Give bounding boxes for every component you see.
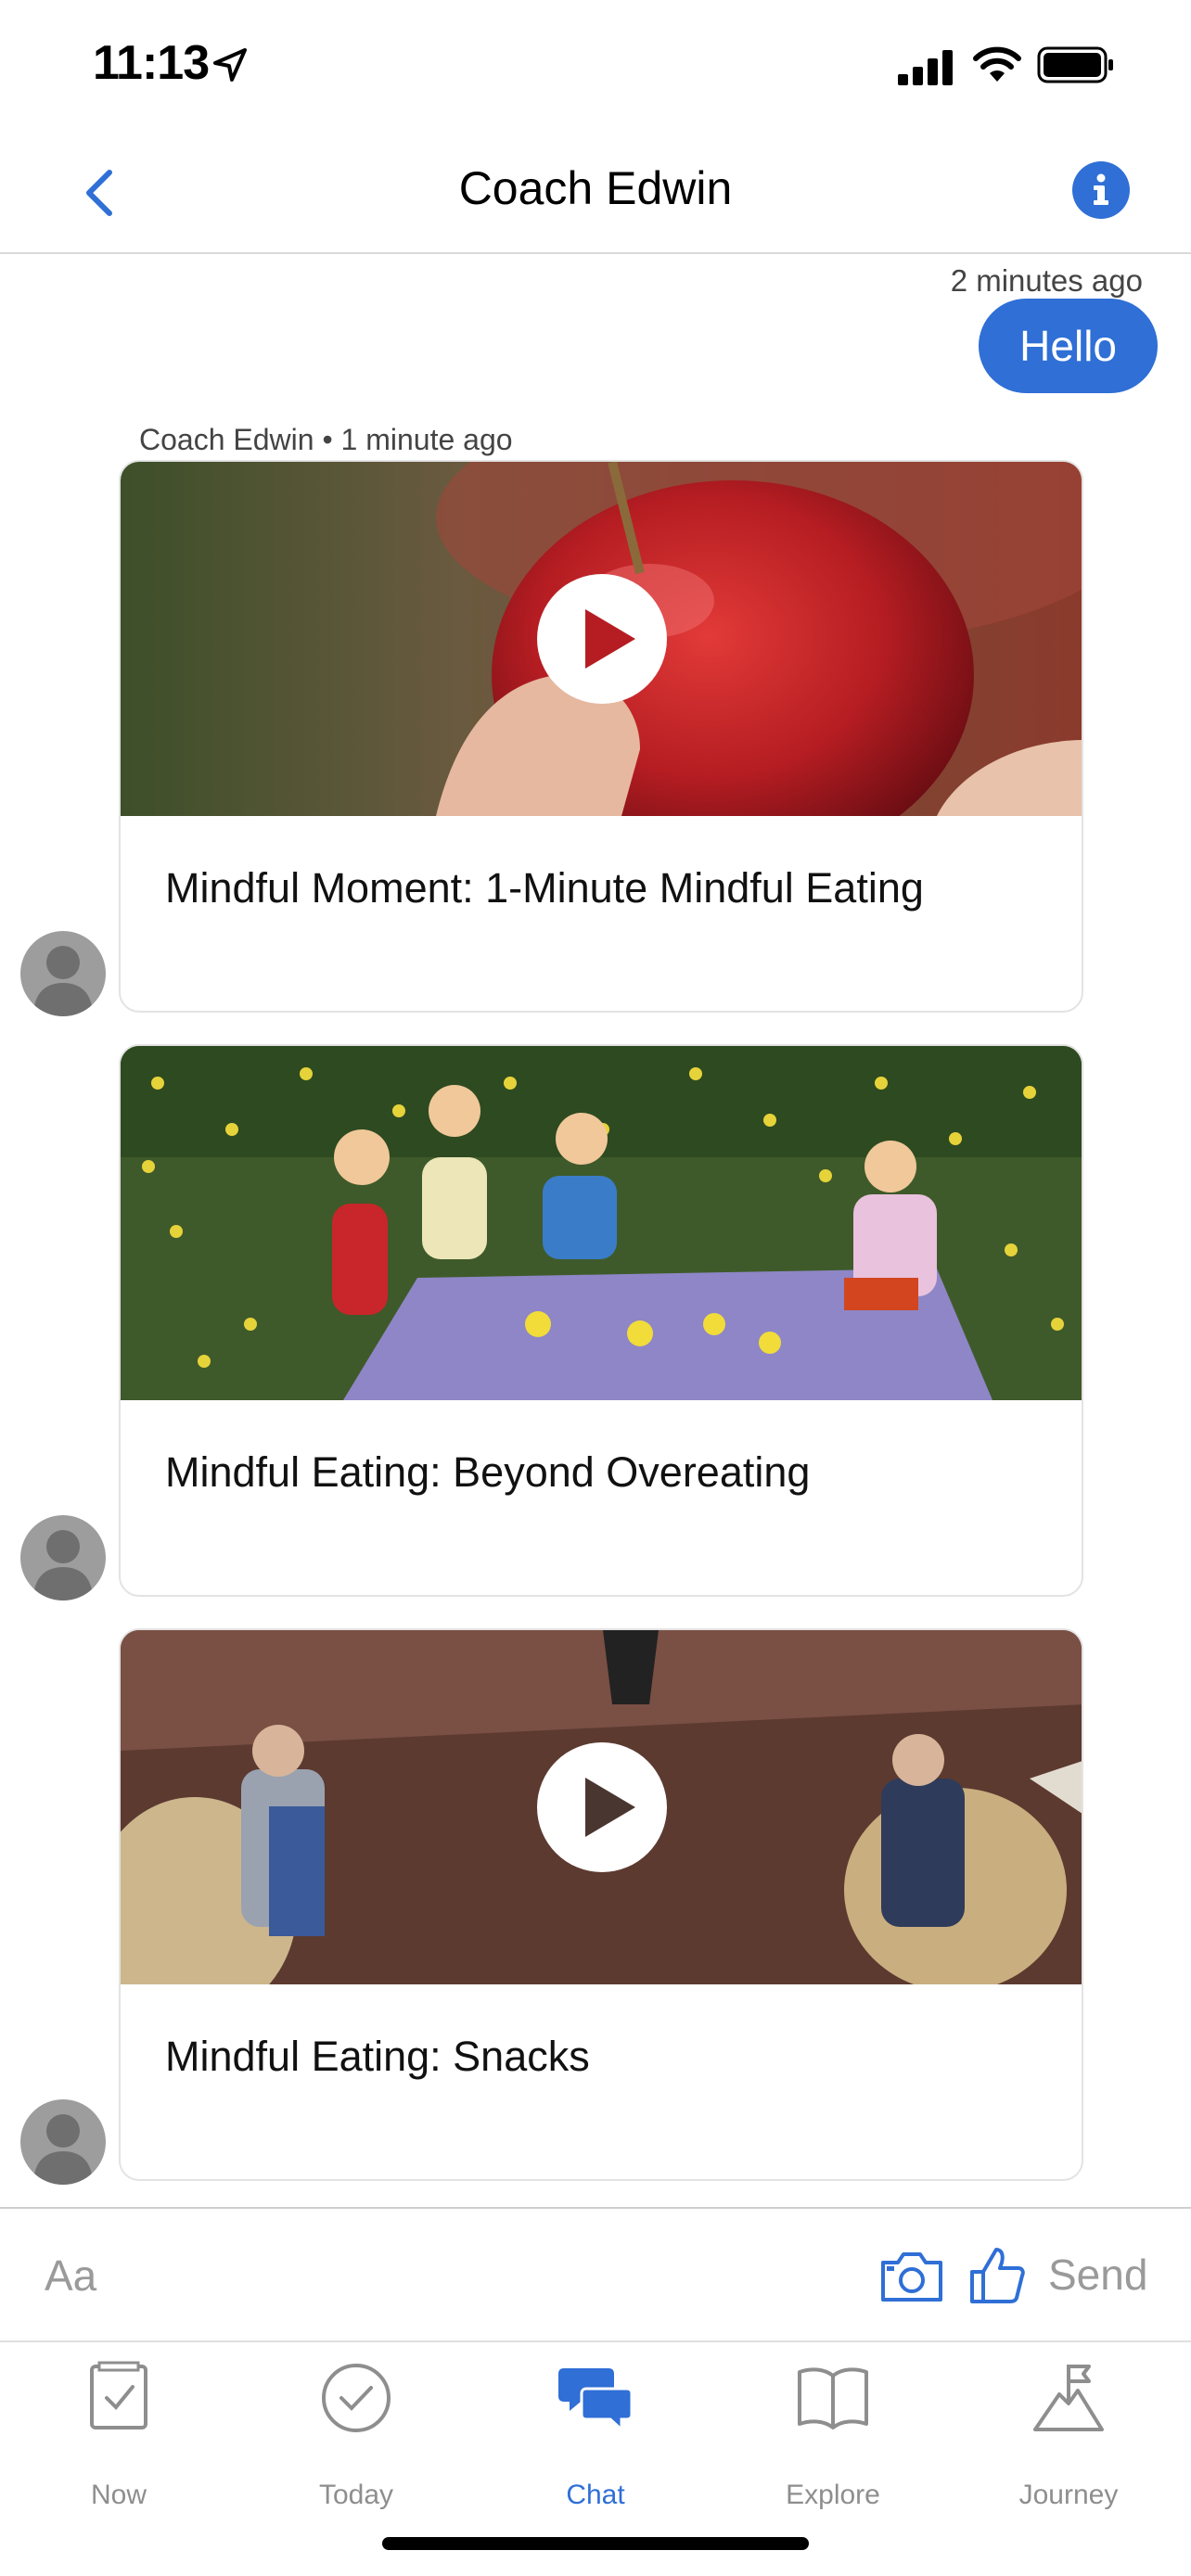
home-indicator[interactable] [382,2537,809,2550]
sent-message-bubble[interactable]: Hello [979,299,1158,393]
battery-icon [1037,46,1113,83]
sent-message-time: 2 minutes ago [950,263,1143,298]
page-title: Coach Edwin [458,162,733,214]
location-arrow-icon [213,48,247,82]
tab-label: Chat [566,2480,625,2510]
video-card[interactable]: Mindful Eating: Snacks [119,1628,1083,2181]
person-silhouette-icon [33,1530,93,1600]
now-icon [90,2361,147,2429]
card-title: Mindful Eating: Snacks [165,2033,590,2080]
tab-label: Now [90,2480,147,2510]
message-composer: Send [0,2207,1191,2342]
status-time: 11:13 [93,36,210,90]
person-silhouette-icon [33,2114,93,2185]
info-button[interactable] [1072,161,1130,219]
message-input[interactable] [45,2242,805,2309]
card-title: Mindful Eating: Beyond Overeating [165,1448,811,1496]
tab-label: Journey [1018,2480,1119,2510]
send-button[interactable]: Send [1048,2250,1147,2300]
person-silhouette-icon [33,946,93,1016]
tab-journey[interactable]: Journey [976,2361,1161,2510]
today-check-icon [322,2364,391,2432]
coach-avatar [20,1515,106,1600]
info-icon [1094,173,1108,205]
video-card[interactable]: Mindful Eating: Beyond Overeating [119,1044,1083,1597]
play-button[interactable] [537,574,667,704]
video-card[interactable]: Mindful Moment: 1-Minute Mindful Eating [119,460,1083,1013]
tab-label: Today [318,2480,394,2510]
tab-label: Explore [786,2480,880,2510]
thumbs-up-icon[interactable] [968,2244,1026,2305]
play-button[interactable] [537,1742,667,1872]
tab-explore[interactable]: Explore [740,2361,926,2510]
tab-chat[interactable]: Chat [503,2361,688,2510]
coach-message-meta: Coach Edwin • 1 minute ago [139,423,513,456]
camera-icon[interactable] [879,2250,944,2303]
tab-now[interactable]: Now [26,2361,211,2510]
tab-today[interactable]: Today [263,2361,449,2510]
cellular-signal-icon [898,50,953,85]
coach-avatar [20,2099,106,2185]
mountain-flag-icon [1033,2365,1104,2431]
open-book-icon [798,2367,868,2429]
chat-header: Coach Edwin [0,130,1191,254]
status-bar: 11:13 [0,0,1191,130]
card-thumbnail-picnic [121,1046,1082,1400]
chat-bubbles-icon [558,2368,633,2433]
wifi-icon [973,46,1021,82]
play-icon [585,1778,635,1837]
coach-avatar [20,931,106,1016]
card-title: Mindful Moment: 1-Minute Mindful Eating [165,864,924,912]
play-icon [585,609,635,669]
